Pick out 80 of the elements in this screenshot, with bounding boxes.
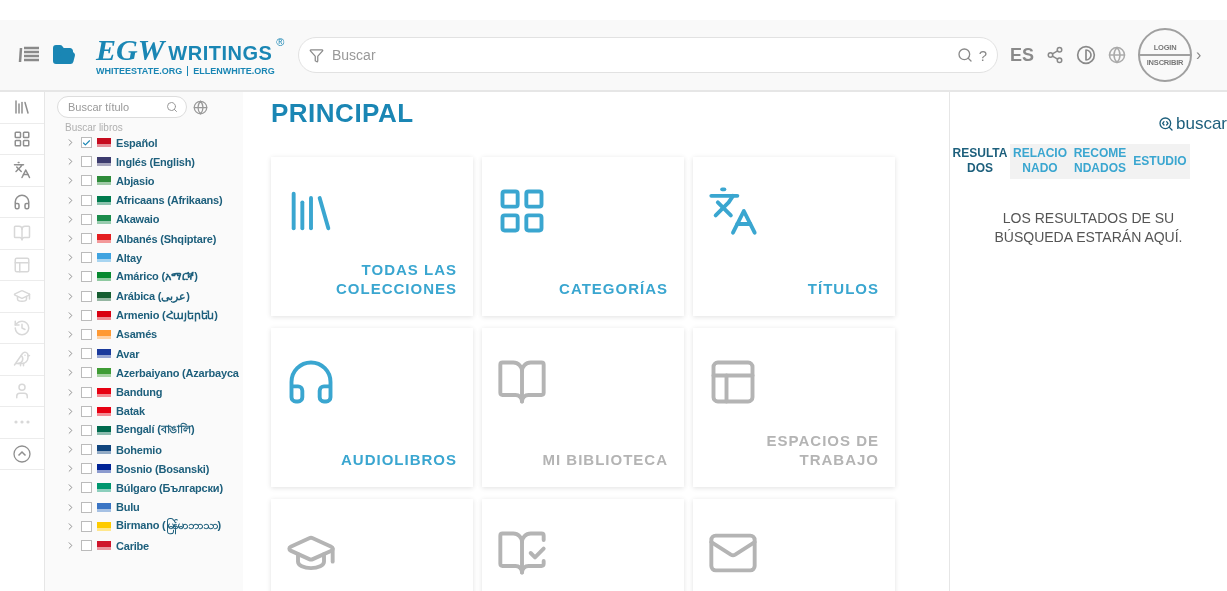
checkbox[interactable]	[81, 213, 92, 225]
expand-icon[interactable]	[65, 501, 76, 513]
bird-icon	[13, 350, 31, 369]
language-name[interactable]: Altay	[116, 251, 142, 264]
help-button[interactable]: ?	[978, 46, 987, 64]
language-name[interactable]: Akawaio	[116, 213, 160, 226]
history-icon	[13, 318, 31, 337]
language-name[interactable]: Abjasio	[116, 174, 155, 187]
checkbox[interactable]	[81, 405, 92, 417]
checkbox[interactable]	[81, 194, 92, 206]
language-name[interactable]: Amárico (አማርኛ)	[116, 270, 198, 284]
expand-icon[interactable]	[65, 252, 76, 264]
checkbox[interactable]	[81, 348, 92, 360]
translate-icon	[13, 161, 31, 180]
logo-wordmark: WRITINGS	[168, 42, 273, 65]
more-icon	[14, 420, 30, 425]
language-name[interactable]: Avar	[116, 347, 140, 360]
checkbox[interactable]	[81, 463, 92, 475]
checkbox[interactable]	[81, 309, 92, 321]
contrast-icon[interactable]	[1076, 45, 1096, 65]
language-name[interactable]: Español	[116, 136, 158, 149]
language-name[interactable]: Búlgaro (Български)	[116, 481, 223, 494]
language-name[interactable]: Arábica (عربى)	[116, 289, 190, 303]
checkbox[interactable]	[81, 271, 92, 283]
title-search-field[interactable]: Buscar título	[57, 96, 187, 118]
language-name[interactable]: Bengalí (বাঙালি)	[116, 420, 195, 440]
language-name[interactable]: Inglés (English)	[116, 155, 195, 168]
open-book-icon	[13, 224, 31, 243]
language-name[interactable]: Bosnio (Bosanski)	[116, 462, 210, 475]
site-link[interactable]: ELLENWHITE.ORG	[193, 66, 275, 76]
filter-icon[interactable]	[309, 47, 324, 63]
checkbox[interactable]	[81, 540, 92, 552]
checkbox[interactable]	[81, 501, 92, 513]
registered-mark: ®	[276, 36, 285, 48]
translate-icon	[707, 185, 759, 237]
language-name[interactable]: Asamés	[116, 328, 157, 341]
page-title: PRINCIPAL	[271, 98, 415, 129]
headphones-icon	[13, 192, 31, 211]
language-name[interactable]: Batak	[116, 405, 145, 418]
menu-icon[interactable]	[18, 46, 40, 64]
checkbox[interactable]	[81, 444, 92, 456]
checkbox[interactable]	[81, 156, 92, 168]
checkbox[interactable]	[81, 175, 92, 187]
language-name[interactable]: Albanés (Shqiptare)	[116, 232, 217, 245]
checkbox[interactable]	[81, 386, 92, 398]
share-icon[interactable]	[1046, 46, 1064, 64]
checkbox[interactable]	[81, 252, 92, 264]
language-name[interactable]: Bohemio	[116, 443, 162, 456]
language-name[interactable]: Armenio (Հայերեն)	[116, 308, 218, 322]
chevron-up-icon	[13, 444, 31, 463]
more-button[interactable]: ›	[1196, 46, 1204, 64]
checkbox[interactable]	[81, 137, 92, 149]
search-icon[interactable]	[166, 101, 178, 113]
checkbox[interactable]	[81, 424, 92, 436]
search-field[interactable]: Buscar ?	[298, 37, 998, 73]
language-name[interactable]: Birmano (မြန်မာဘာသာ)	[116, 518, 221, 535]
search-link[interactable]: buscar	[1157, 114, 1227, 134]
books-icon	[13, 98, 31, 117]
checkbox[interactable]	[81, 290, 92, 302]
search-icon[interactable]	[956, 47, 973, 63]
folder-icon[interactable]	[52, 43, 76, 67]
title-search-input[interactable]: Buscar título	[66, 100, 166, 114]
checkbox[interactable]	[81, 482, 92, 494]
logo-mark: EGW	[96, 34, 165, 66]
language-name[interactable]: Bandung	[116, 386, 163, 399]
language-name[interactable]: Caribe	[116, 539, 150, 552]
checkbox[interactable]	[81, 328, 92, 340]
language-name[interactable]: Bulu	[116, 501, 140, 514]
checkbox[interactable]	[81, 233, 92, 245]
layout-icon	[13, 255, 31, 274]
person-icon	[13, 381, 31, 400]
globe-icon[interactable]	[193, 99, 208, 115]
language-name[interactable]: Azerbaiyano (Azarbayca	[116, 366, 239, 379]
checkbox[interactable]	[81, 367, 92, 379]
site-link[interactable]: WHITEESTATE.ORG	[96, 66, 183, 76]
checkbox[interactable]	[81, 520, 92, 532]
language-name[interactable]: Africaans (Afrikaans)	[116, 194, 223, 207]
globe-icon[interactable]	[1108, 46, 1126, 64]
empty-results-message: LOS RESULTADOS DE SU BÚSQUEDA ESTARÁN AQUÍ.	[993, 209, 1184, 247]
search-input[interactable]: Buscar	[330, 46, 951, 64]
